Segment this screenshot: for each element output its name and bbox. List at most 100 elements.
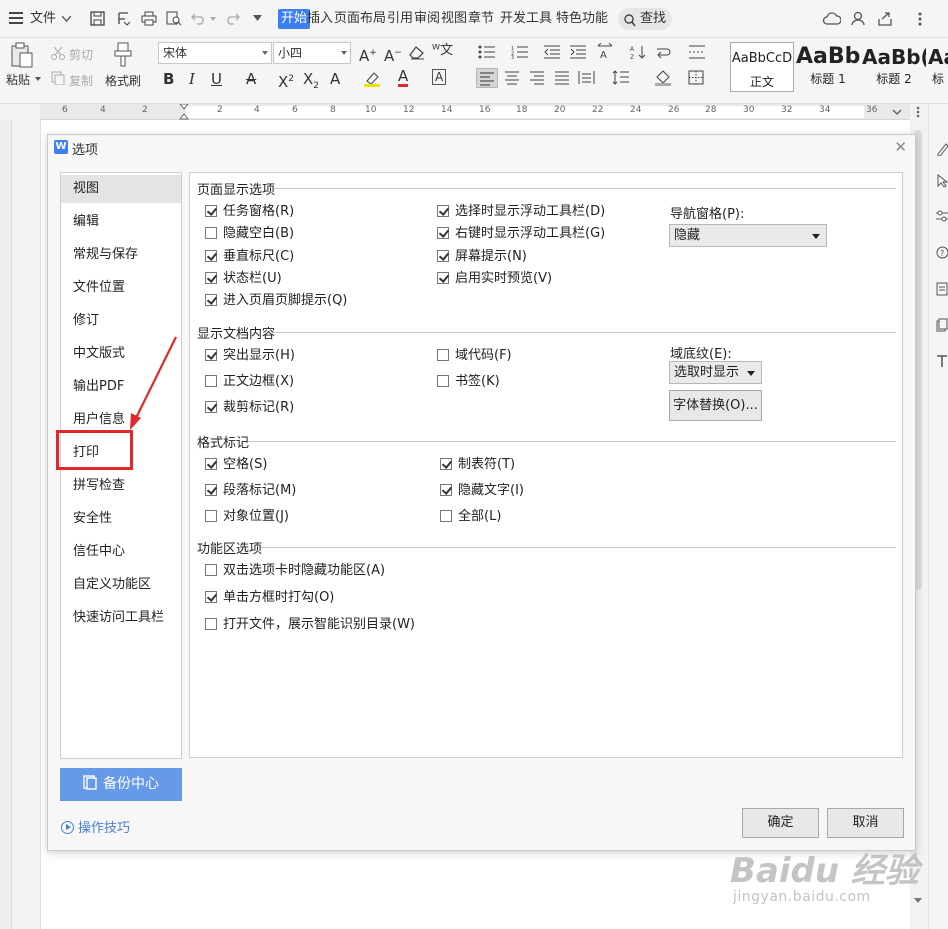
print-preview-icon[interactable] — [166, 11, 182, 26]
copy-icon[interactable] — [51, 71, 65, 85]
adjust-icon[interactable] — [936, 210, 948, 222]
format-painter-button[interactable]: 格式刷 — [105, 72, 141, 89]
align-left-icon[interactable] — [476, 68, 498, 88]
font-color-icon[interactable]: A — [398, 68, 409, 87]
checkbox-dblclick-hide-ribbon[interactable]: 双击选项卡时隐藏功能区(A) — [205, 562, 385, 580]
checkbox-spaces[interactable]: 空格(S) — [205, 456, 267, 474]
tab-home[interactable]: 开始 — [278, 9, 311, 29]
undo-icon[interactable] — [191, 12, 207, 25]
align-right-icon[interactable] — [529, 71, 545, 85]
dialog-title-bar[interactable]: W 选项 ✕ — [48, 135, 915, 159]
edit-pen-icon[interactable] — [936, 142, 948, 156]
checkbox-screen-tips[interactable]: 屏幕提示(N) — [437, 248, 527, 266]
paste-dropdown-icon[interactable] — [35, 77, 41, 81]
char-border-icon[interactable]: A — [432, 69, 447, 85]
table-grid-icon[interactable] — [688, 45, 706, 59]
cursor-select-icon[interactable] — [936, 174, 948, 188]
nav-item-trust-center[interactable]: 信任中心 — [61, 538, 181, 566]
bullet-list-icon[interactable] — [478, 45, 496, 59]
indent-marker-icon[interactable] — [179, 104, 189, 120]
style-normal[interactable]: AaBbCcD 正文 — [730, 42, 794, 92]
line-spacing-icon[interactable] — [612, 70, 630, 85]
scroll-down-icon[interactable] — [914, 898, 922, 904]
nav-item-file-location[interactable]: 文件位置 — [61, 274, 181, 302]
cut-icon[interactable] — [51, 46, 65, 60]
paste-button[interactable]: 粘贴 — [6, 71, 30, 88]
checkbox-text-border[interactable]: 正文边框(X) — [205, 373, 294, 391]
shading-icon[interactable] — [654, 70, 672, 86]
checkbox-task-pane[interactable]: 任务窗格(R) — [205, 203, 294, 221]
checkbox-click-box-check[interactable]: 单击方框时打勾(O) — [205, 589, 334, 607]
tab-developer[interactable]: 开发工具 — [500, 9, 552, 29]
output-icon[interactable] — [116, 11, 131, 26]
superscript-icon[interactable]: X2 — [278, 70, 294, 91]
align-center-icon[interactable] — [504, 71, 520, 85]
checkbox-float-toolbar-rightclick[interactable]: 右键时显示浮动工具栏(G) — [437, 225, 605, 243]
close-icon[interactable]: ✕ — [894, 138, 907, 156]
share-icon[interactable] — [877, 11, 893, 26]
vertical-ruler[interactable] — [0, 120, 12, 929]
style-heading-1[interactable]: AaBb 标题 1 — [796, 42, 860, 92]
highlight-icon[interactable] — [363, 71, 381, 87]
undo-dropdown-icon[interactable] — [210, 17, 216, 21]
nav-item-security[interactable]: 安全性 — [61, 505, 181, 533]
save-icon[interactable] — [90, 11, 105, 26]
tab-references[interactable]: 引用 — [387, 9, 413, 29]
checkbox-hide-blank[interactable]: 隐藏空白(B) — [205, 225, 294, 243]
nav-item-view[interactable]: 视图 — [61, 175, 181, 203]
decrease-indent-icon[interactable] — [544, 45, 560, 59]
checkbox-smart-toc[interactable]: 打开文件，展示智能识别目录(W) — [205, 616, 415, 634]
checkbox-highlight[interactable]: 突出显示(H) — [205, 347, 295, 365]
tab-page-layout[interactable]: 页面布局 — [334, 9, 386, 29]
checkbox-field-codes[interactable]: 域代码(F) — [437, 347, 512, 365]
subscript-icon[interactable]: X2 — [303, 70, 319, 95]
checkbox-all-marks[interactable]: 全部(L) — [440, 508, 501, 526]
operation-tips-link[interactable]: 操作技巧 — [61, 817, 130, 836]
nav-pane-select[interactable]: 隐藏 — [669, 224, 827, 247]
backup-center-button[interactable]: 备份中心 — [60, 768, 182, 801]
justify-icon[interactable] — [554, 71, 570, 85]
grow-font-icon[interactable]: A+ — [359, 44, 377, 65]
chevron-down-icon[interactable] — [62, 16, 71, 22]
field-shading-select[interactable]: 选取时显示 — [669, 361, 762, 384]
checkbox-status-bar[interactable]: 状态栏(U) — [205, 270, 282, 288]
cancel-button[interactable]: 取消 — [827, 808, 904, 838]
redo-icon[interactable] — [224, 12, 240, 25]
checkbox-float-toolbar-select[interactable]: 选择时显示浮动工具栏(D) — [437, 203, 605, 221]
cut-button[interactable]: 剪切 — [69, 46, 93, 63]
checkbox-header-footer-hint[interactable]: 进入页眉页脚提示(Q) — [205, 292, 347, 310]
font-name-select[interactable]: 宋体 — [158, 42, 272, 64]
format-painter-icon[interactable] — [112, 42, 134, 68]
text-effect-icon[interactable]: A — [330, 70, 340, 88]
text-direction-icon[interactable]: A — [596, 43, 614, 59]
checkbox-bookmarks[interactable]: 书签(K) — [437, 373, 500, 391]
file-menu[interactable]: 文件 — [30, 9, 56, 29]
tab-review[interactable]: 审阅 — [414, 9, 440, 29]
ok-button[interactable]: 确定 — [742, 808, 819, 838]
checkbox-vertical-ruler[interactable]: 垂直标尺(C) — [205, 248, 294, 266]
nav-item-edit[interactable]: 编辑 — [61, 208, 181, 236]
tab-view[interactable]: 视图 — [441, 9, 467, 29]
borders-icon[interactable] — [688, 70, 704, 85]
tab-insert[interactable]: 插入 — [307, 9, 333, 29]
nav-item-spell-check[interactable]: 拼写检查 — [61, 472, 181, 500]
copy-doc-icon[interactable] — [936, 318, 948, 332]
quick-access-dropdown-icon[interactable] — [253, 15, 262, 22]
checkbox-hidden-text[interactable]: 隐藏文字(I) — [440, 482, 524, 500]
tab-special-features[interactable]: 特色功能 — [556, 9, 608, 29]
checkbox-live-preview[interactable]: 启用实时预览(V) — [437, 270, 552, 288]
tab-chapter[interactable]: 章节 — [468, 9, 494, 29]
paste-icon[interactable] — [10, 42, 34, 68]
collaborate-icon[interactable] — [851, 11, 867, 26]
copy-button[interactable]: 复制 — [69, 72, 93, 89]
print-icon[interactable] — [141, 11, 157, 26]
italic-icon[interactable]: I — [189, 70, 195, 88]
ruler-options-icon[interactable] — [892, 107, 902, 117]
hamburger-menu-icon[interactable] — [9, 12, 23, 24]
checkbox-tab-chars[interactable]: 制表符(T) — [440, 456, 515, 474]
checkbox-object-position[interactable]: 对象位置(J) — [205, 508, 289, 526]
checkbox-paragraph-marks[interactable]: 段落标记(M) — [205, 482, 296, 500]
phonetic-guide-icon[interactable]: ᵂ文 — [432, 42, 453, 60]
nav-item-quick-access-toolbar[interactable]: 快速访问工具栏 — [61, 604, 181, 632]
horizontal-ruler[interactable]: 6 4 2 2 4 6 8 10 12 14 16 18 20 22 24 26… — [40, 104, 910, 120]
